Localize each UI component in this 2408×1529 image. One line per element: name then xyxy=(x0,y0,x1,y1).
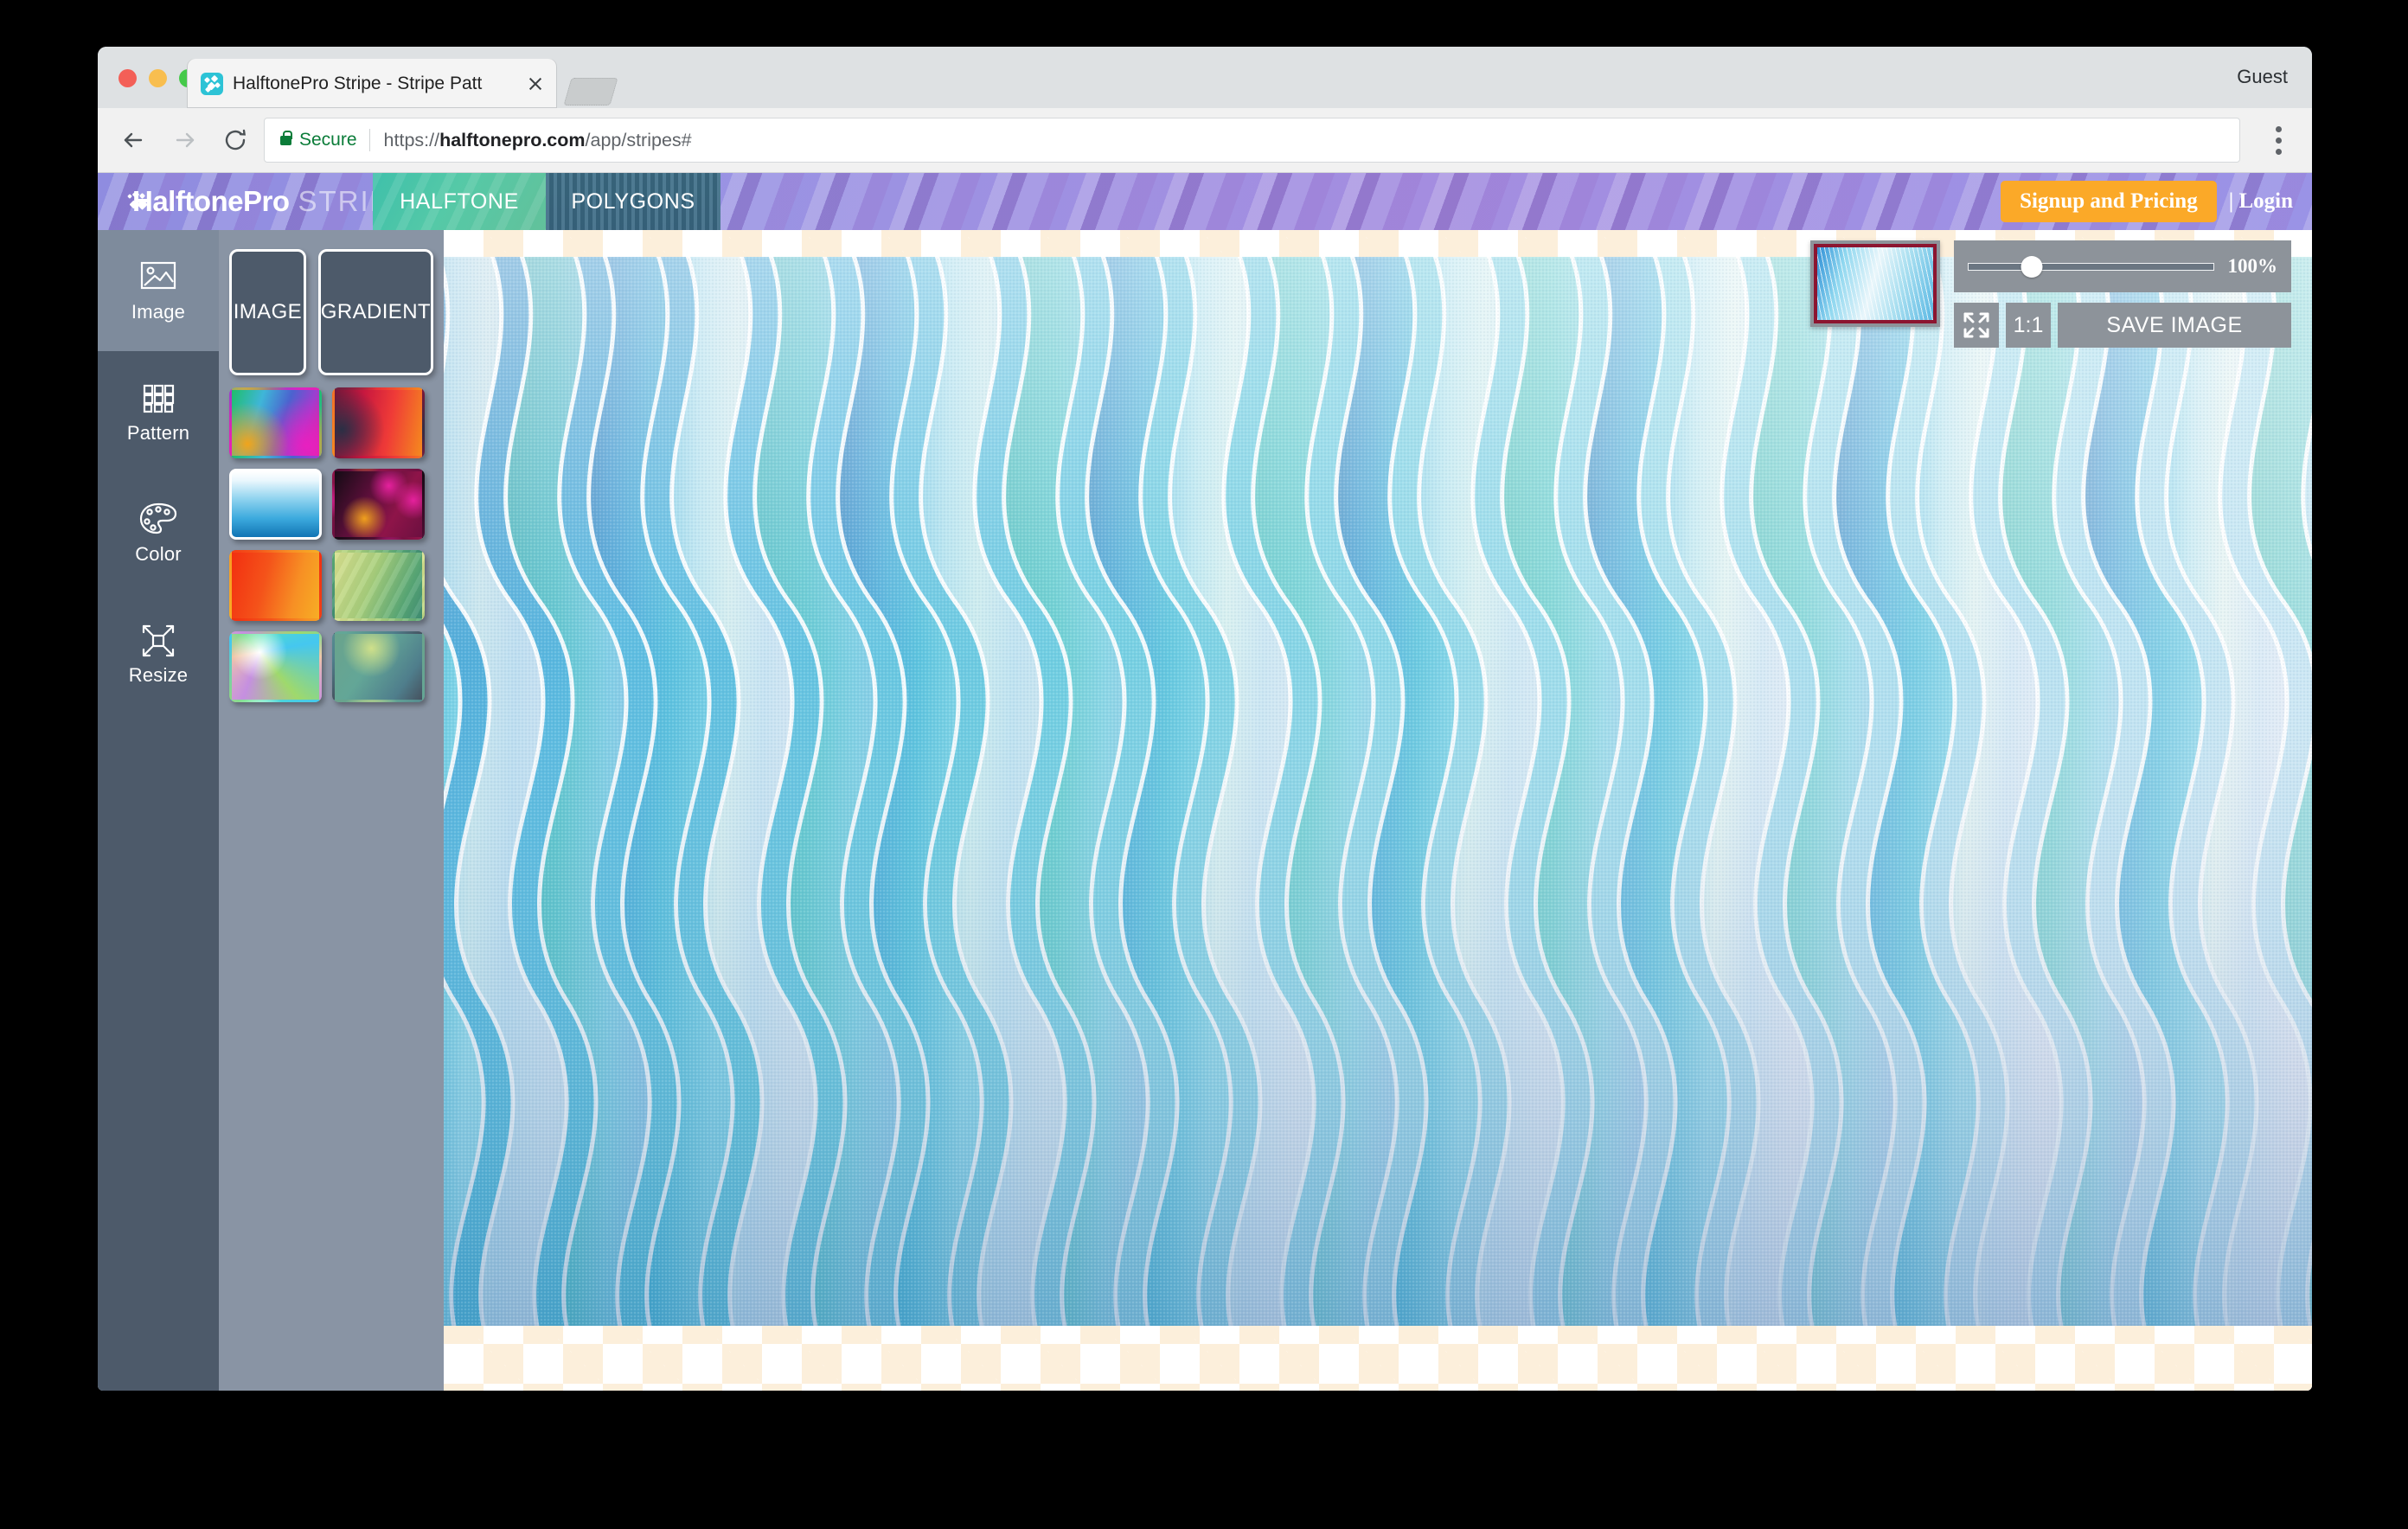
sidebar: Image Pattern Color Resize xyxy=(98,230,219,1391)
app-logo[interactable]: HalftonePro STRIPES xyxy=(98,173,431,230)
screenshot-root: HalftonePro Stripe - Stripe Patt Guest S… xyxy=(0,0,2408,1529)
thumb-teal-gray-radial[interactable] xyxy=(332,631,425,702)
thumb-green-lime-diagonal[interactable] xyxy=(332,550,425,621)
source-mode-buttons: IMAGE GRADIENT xyxy=(219,242,444,375)
security-label: Secure xyxy=(299,130,357,150)
minimize-window-button[interactable] xyxy=(149,69,167,87)
palette-icon xyxy=(139,502,177,534)
tab-polygons[interactable]: POLYGONS xyxy=(546,173,720,230)
thumb-red-orange-linear[interactable] xyxy=(229,550,322,621)
new-tab-icon[interactable] xyxy=(563,78,618,106)
zoom-slider[interactable] xyxy=(1968,256,2214,278)
sidebar-item-image-label: Image xyxy=(131,301,186,323)
close-window-button[interactable] xyxy=(118,69,137,87)
thumb-pastel-radial-burst[interactable] xyxy=(229,631,322,702)
navigator-viewport-rect[interactable] xyxy=(1814,244,1937,323)
canvas-toolbar: 100% 1:1 SAVE IMAGE xyxy=(1810,240,2291,348)
url-path: /app/stripes# xyxy=(585,129,692,150)
sidebar-item-pattern[interactable]: Pattern xyxy=(98,351,219,472)
thumbnail-grid xyxy=(219,375,444,702)
stripe-pattern-canvas[interactable]: 100% 1:1 SAVE IMAGE xyxy=(444,230,2312,1391)
options-panel: IMAGE GRADIENT xyxy=(219,230,444,1391)
window-controls xyxy=(118,69,197,87)
header-actions: Signup and Pricing | Login xyxy=(2001,173,2312,230)
app-header: HalftonePro STRIPES HALFTONE POLYGONS Si… xyxy=(98,173,2312,230)
halftonepro-diamonds-icon xyxy=(201,72,223,95)
url-text: https://halftonepro.com/app/stripes# xyxy=(384,130,692,151)
picture-icon xyxy=(140,261,176,290)
profile-label[interactable]: Guest xyxy=(2237,66,2288,88)
fit-to-screen-icon xyxy=(1963,312,1989,338)
stripe-artwork xyxy=(444,257,2312,1326)
toolbar-buttons: 1:1 SAVE IMAGE xyxy=(1954,303,2291,348)
forward-arrow-icon[interactable] xyxy=(169,124,202,157)
sidebar-item-color-label: Color xyxy=(135,543,182,565)
back-arrow-icon[interactable] xyxy=(117,124,150,157)
tab-halftone-label: HALFTONE xyxy=(400,189,519,214)
mode-gradient[interactable]: GRADIENT xyxy=(317,249,433,375)
lock-icon xyxy=(280,130,292,145)
sidebar-item-resize[interactable]: Resize xyxy=(98,593,219,714)
resize-icon xyxy=(142,624,175,657)
sidebar-item-image[interactable]: Image xyxy=(98,230,219,351)
toolbar-controls: 100% 1:1 SAVE IMAGE xyxy=(1954,240,2291,348)
zoom-control: 100% xyxy=(1954,240,2291,292)
fit-to-screen-button[interactable] xyxy=(1954,303,1999,348)
one-to-one-button[interactable]: 1:1 xyxy=(2006,303,2051,348)
close-icon[interactable] xyxy=(524,73,547,95)
grid-icon xyxy=(143,384,175,413)
thumb-magenta-bokeh[interactable] xyxy=(332,469,425,540)
signup-and-pricing-button[interactable]: Signup and Pricing xyxy=(2001,181,2217,222)
thumb-ice-water-photo[interactable] xyxy=(229,469,322,540)
browser-tab[interactable]: HalftonePro Stripe - Stripe Patt xyxy=(187,59,557,108)
url-scheme: https:// xyxy=(383,129,440,150)
navigator-thumbnail[interactable] xyxy=(1810,240,1940,327)
kebab-menu-icon[interactable] xyxy=(2265,123,2291,157)
mode-image[interactable]: IMAGE xyxy=(229,249,306,375)
stripe-waves xyxy=(444,257,2312,1326)
browser-toolbar: Secure https://halftonepro.com/app/strip… xyxy=(98,108,2312,173)
browser-window: HalftonePro Stripe - Stripe Patt Guest S… xyxy=(98,47,2312,1391)
sidebar-item-pattern-label: Pattern xyxy=(126,422,190,444)
logo-primary-text: HalftonePro xyxy=(132,185,290,217)
thumb-red-orange-gradient[interactable] xyxy=(332,387,425,458)
save-image-button[interactable]: SAVE IMAGE xyxy=(2058,303,2291,348)
sidebar-item-color[interactable]: Color xyxy=(98,472,219,593)
url-host: halftonepro.com xyxy=(439,129,586,150)
sidebar-item-resize-label: Resize xyxy=(128,664,189,686)
tab-halftone[interactable]: HALFTONE xyxy=(373,173,546,230)
address-bar[interactable]: Secure https://halftonepro.com/app/strip… xyxy=(264,118,2240,163)
thumb-rainbow-gradient[interactable] xyxy=(229,387,322,458)
halftonepro-app: HalftonePro STRIPES HALFTONE POLYGONS Si… xyxy=(98,173,2312,1391)
zoom-slider-track xyxy=(1968,263,2214,271)
stripe-waves-svg xyxy=(444,257,2312,1326)
zoom-level-label: 100% xyxy=(2227,255,2278,277)
reload-icon[interactable] xyxy=(219,124,252,157)
zoom-slider-thumb[interactable] xyxy=(2021,256,2043,278)
omnibox-divider xyxy=(368,129,370,151)
tab-polygons-label: POLYGONS xyxy=(571,189,695,214)
browser-tab-strip: HalftonePro Stripe - Stripe Patt Guest xyxy=(98,47,2312,109)
login-link[interactable]: | Login xyxy=(2229,189,2293,214)
tab-title: HalftonePro Stripe - Stripe Patt xyxy=(233,73,483,93)
